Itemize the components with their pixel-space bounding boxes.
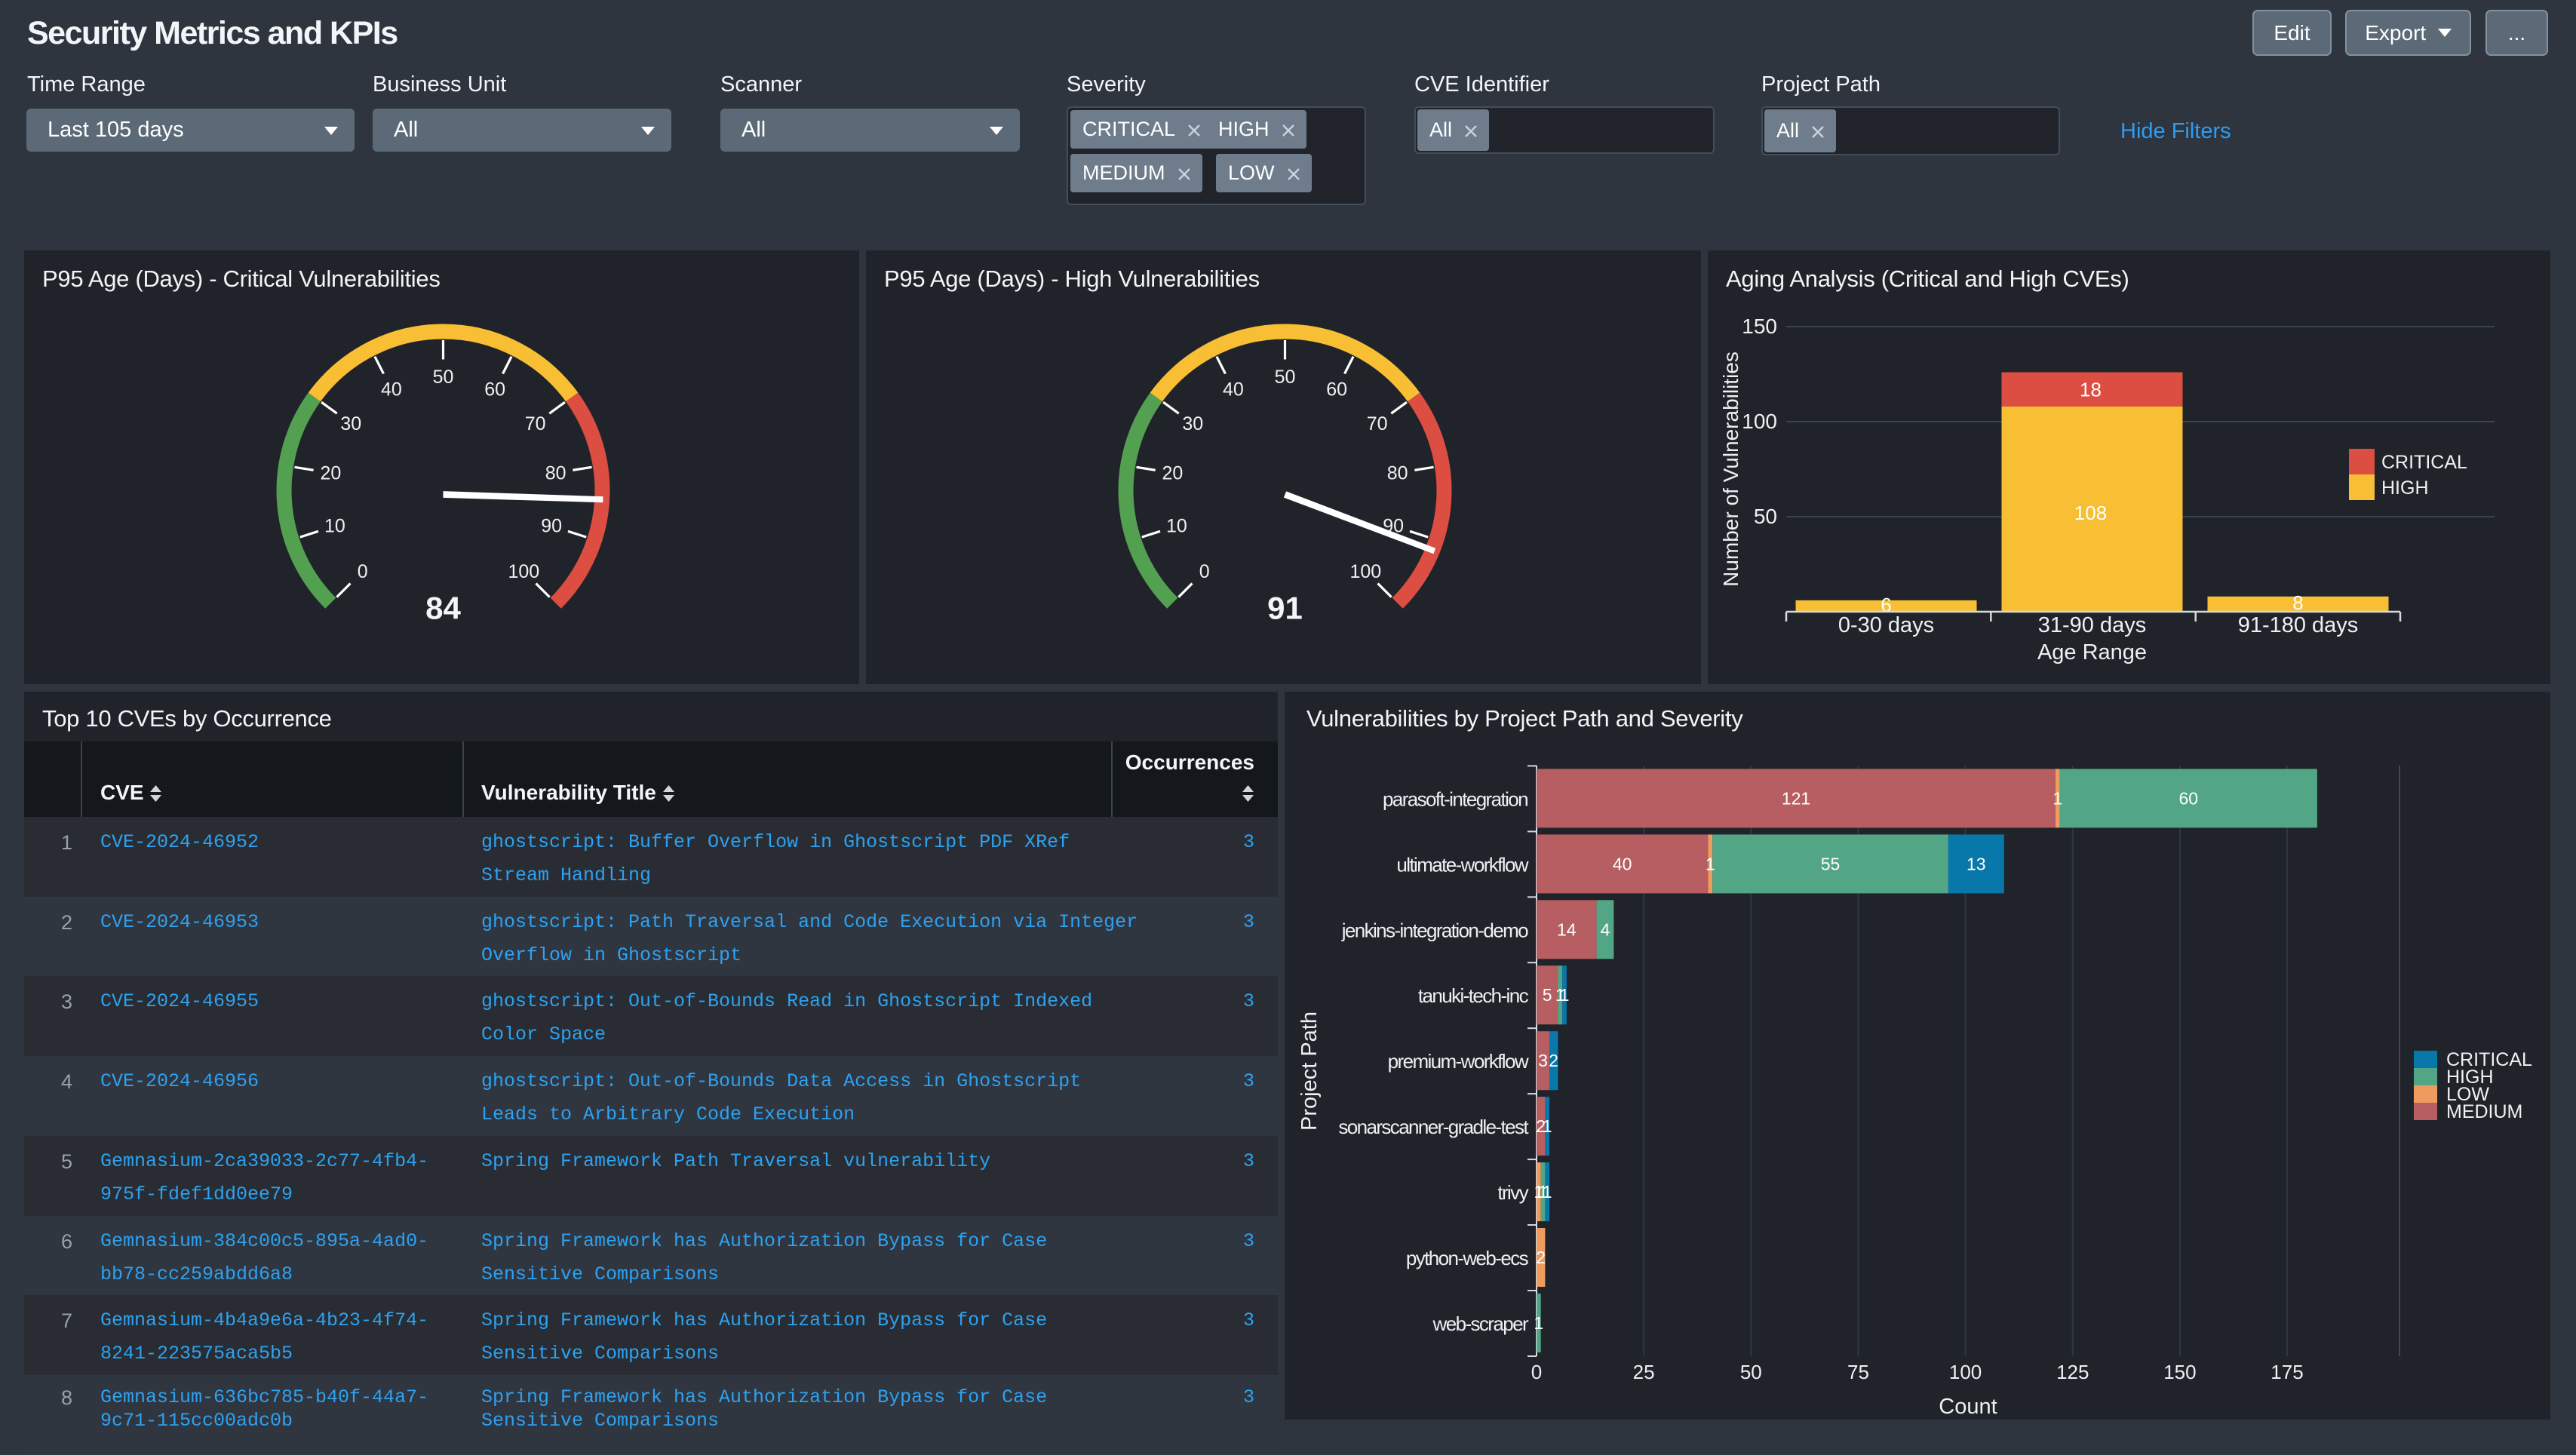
svg-text:2: 2 xyxy=(1549,1051,1558,1070)
svg-text:Project Path: Project Path xyxy=(1297,1011,1322,1131)
svg-text:20: 20 xyxy=(1162,462,1183,483)
svg-text:3: 3 xyxy=(1538,1051,1548,1070)
svg-text:1: 1 xyxy=(1706,854,1715,873)
svg-text:100: 100 xyxy=(508,561,539,582)
svg-text:55: 55 xyxy=(1821,854,1841,873)
svg-text:1: 1 xyxy=(1560,985,1570,1005)
svg-text:75: 75 xyxy=(1847,1361,1869,1383)
svg-text:100: 100 xyxy=(1949,1361,1982,1383)
svg-text:40: 40 xyxy=(1223,379,1244,401)
svg-text:parasoft-integration: parasoft-integration xyxy=(1383,787,1527,810)
svg-text:18: 18 xyxy=(2080,379,2102,401)
svg-text:Number of Vulnerabilities: Number of Vulnerabilities xyxy=(1719,351,1742,587)
svg-text:premium-workflow: premium-workflow xyxy=(1388,1050,1529,1073)
svg-text:91-180 days: 91-180 days xyxy=(2238,613,2359,637)
svg-text:60: 60 xyxy=(1326,379,1347,401)
svg-text:70: 70 xyxy=(525,413,546,434)
svg-text:25: 25 xyxy=(1633,1361,1655,1383)
svg-text:2: 2 xyxy=(1536,1248,1546,1267)
svg-text:CRITICAL: CRITICAL xyxy=(2381,452,2467,473)
svg-text:121: 121 xyxy=(1782,788,1810,808)
svg-text:python-web-ecs: python-web-ecs xyxy=(1406,1247,1529,1269)
svg-text:80: 80 xyxy=(545,462,566,483)
svg-text:10: 10 xyxy=(324,516,345,537)
svg-text:tanuki-tech-inc: tanuki-tech-inc xyxy=(1418,984,1529,1007)
svg-text:40: 40 xyxy=(381,379,402,401)
svg-text:84: 84 xyxy=(425,591,461,626)
svg-text:HIGH: HIGH xyxy=(2381,477,2429,499)
svg-text:30: 30 xyxy=(340,413,361,434)
svg-text:108: 108 xyxy=(2074,502,2107,524)
svg-text:50: 50 xyxy=(1740,1361,1762,1383)
svg-text:50: 50 xyxy=(433,367,454,388)
svg-text:Age Range: Age Range xyxy=(2037,640,2147,665)
svg-text:0-30 days: 0-30 days xyxy=(1838,613,1934,637)
svg-text:0: 0 xyxy=(1531,1361,1542,1383)
svg-text:60: 60 xyxy=(484,379,505,401)
svg-text:70: 70 xyxy=(1367,413,1388,434)
svg-text:trivy: trivy xyxy=(1497,1181,1528,1204)
svg-text:90: 90 xyxy=(541,516,562,537)
svg-text:sonarscanner-gradle-test: sonarscanner-gradle-test xyxy=(1338,1116,1529,1138)
svg-text:1: 1 xyxy=(2053,788,2062,808)
svg-text:1: 1 xyxy=(1543,1116,1552,1136)
svg-text:5: 5 xyxy=(1543,985,1552,1005)
svg-text:40: 40 xyxy=(1613,854,1632,873)
svg-text:14: 14 xyxy=(1557,919,1577,939)
svg-text:100: 100 xyxy=(1349,561,1381,582)
svg-text:8: 8 xyxy=(2292,591,2303,614)
svg-text:13: 13 xyxy=(1967,854,1986,873)
svg-text:20: 20 xyxy=(320,462,341,483)
svg-text:Count: Count xyxy=(1939,1395,1997,1419)
svg-text:125: 125 xyxy=(2056,1361,2089,1383)
svg-text:150: 150 xyxy=(2163,1361,2196,1383)
svg-text:1: 1 xyxy=(1534,1313,1543,1333)
svg-text:30: 30 xyxy=(1182,413,1203,434)
svg-text:jenkins-integration-demo: jenkins-integration-demo xyxy=(1341,919,1528,941)
svg-text:0: 0 xyxy=(358,561,368,582)
svg-text:80: 80 xyxy=(1387,462,1408,483)
svg-text:10: 10 xyxy=(1166,516,1187,537)
svg-text:100: 100 xyxy=(1742,410,1777,433)
svg-text:91: 91 xyxy=(1267,591,1303,626)
svg-text:ultimate-workflow: ultimate-workflow xyxy=(1396,853,1528,876)
svg-text:web-scraper: web-scraper xyxy=(1432,1312,1529,1335)
svg-text:50: 50 xyxy=(1754,505,1777,528)
svg-text:1: 1 xyxy=(1543,1182,1552,1202)
svg-text:60: 60 xyxy=(2179,788,2199,808)
svg-text:175: 175 xyxy=(2271,1361,2303,1383)
svg-text:150: 150 xyxy=(1742,315,1777,338)
svg-text:0: 0 xyxy=(1199,561,1210,582)
svg-text:31-90 days: 31-90 days xyxy=(2038,613,2147,637)
svg-text:4: 4 xyxy=(1601,919,1610,939)
svg-text:MEDIUM: MEDIUM xyxy=(2446,1101,2522,1122)
svg-text:50: 50 xyxy=(1275,367,1296,388)
